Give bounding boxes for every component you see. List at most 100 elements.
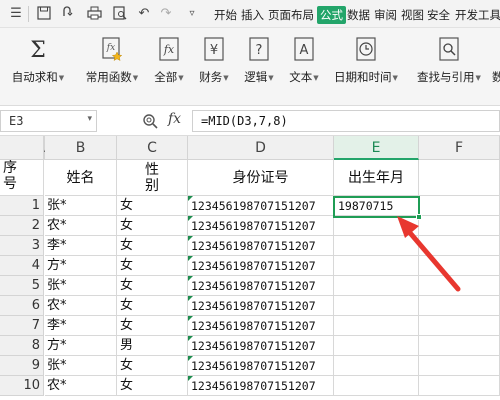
math-trig-button[interactable]: 数 — [492, 36, 500, 98]
cell-birth[interactable] — [334, 316, 419, 336]
zoom-icon[interactable] — [142, 113, 158, 129]
tab-security[interactable]: 安全 — [427, 6, 450, 24]
cell-id-number[interactable]: 123456198707151207 — [188, 316, 334, 336]
cell-id-number[interactable]: 123456198707151207 — [188, 376, 334, 396]
tab-view[interactable]: 视图 — [401, 6, 424, 24]
column-header-c[interactable]: C — [117, 136, 188, 160]
tab-data[interactable]: 数据 — [347, 6, 370, 24]
cell-id-number[interactable]: 123456198707151207 — [188, 256, 334, 276]
cell-f[interactable] — [419, 236, 500, 256]
cell-sex[interactable]: 男 — [117, 336, 188, 356]
cell-id-number[interactable]: 123456198707151207 — [188, 216, 334, 236]
row-header-3[interactable]: 2 — [0, 216, 44, 236]
common-functions-button[interactable]: fx 常用函数▼ — [80, 36, 144, 98]
column-header-e[interactable]: E — [334, 136, 419, 160]
column-header-f[interactable]: F — [419, 136, 500, 160]
row-header-4[interactable]: 3 — [0, 236, 44, 256]
print-icon[interactable] — [86, 6, 102, 22]
row-header-10[interactable]: 9 — [0, 356, 44, 376]
tab-formulas[interactable]: 公式 — [317, 6, 346, 24]
chevron-down-icon[interactable]: ▾ — [87, 114, 92, 124]
all-functions-button[interactable]: fx 全部▼ — [148, 36, 190, 98]
cell-sex[interactable]: 女 — [117, 256, 188, 276]
cell-birth[interactable] — [334, 216, 419, 236]
cell-f[interactable] — [419, 296, 500, 316]
print-preview-icon[interactable] — [112, 6, 128, 22]
cell-sex[interactable]: 女 — [117, 196, 188, 216]
cell-id-number[interactable]: 123456198707151207 — [188, 236, 334, 256]
autosum-button[interactable]: Σ 自动求和▼ — [6, 36, 70, 98]
cell-f[interactable] — [419, 316, 500, 336]
menu-toggle-icon[interactable]: ☰ — [8, 6, 24, 22]
cell-sex[interactable]: 女 — [117, 236, 188, 256]
cell-birth[interactable] — [334, 356, 419, 376]
cell-f[interactable] — [419, 336, 500, 356]
insert-function-icon[interactable]: fx — [168, 111, 181, 127]
cell-f[interactable] — [419, 216, 500, 236]
fill-handle[interactable] — [416, 214, 422, 220]
save-icon[interactable] — [36, 6, 52, 22]
cell-name[interactable]: 张* — [45, 356, 117, 376]
cell-name[interactable]: 方* — [45, 336, 117, 356]
cell-birth[interactable] — [334, 296, 419, 316]
cell-birth[interactable] — [334, 236, 419, 256]
formula-input[interactable]: =MID(D3,7,8) — [192, 110, 500, 132]
cell-f[interactable] — [419, 376, 500, 396]
quick-access-dropdown-icon[interactable]: ▿ — [184, 6, 200, 22]
cell-f[interactable] — [419, 276, 500, 296]
corner-select-all[interactable] — [0, 136, 44, 160]
cell-id-number[interactable]: 123456198707151207 — [188, 356, 334, 376]
cell-f[interactable] — [419, 196, 500, 216]
cell-id-number[interactable]: 123456198707151207 — [188, 296, 334, 316]
cell-birth[interactable] — [334, 376, 419, 396]
tab-insert[interactable]: 插入 — [241, 6, 264, 24]
row-header-6[interactable]: 5 — [0, 276, 44, 296]
cell-f[interactable] — [419, 256, 500, 276]
redo-icon[interactable]: ↷ — [158, 6, 174, 22]
cell-sex[interactable]: 女 — [117, 376, 188, 396]
header-cell-id[interactable]: 身份证号 — [188, 160, 334, 196]
cell-birth[interactable] — [334, 256, 419, 276]
header-cell-name[interactable]: 姓名 — [45, 160, 117, 196]
column-header-b[interactable]: B — [45, 136, 117, 160]
cell-name[interactable]: 李* — [45, 236, 117, 256]
cell-name[interactable]: 张* — [45, 276, 117, 296]
export-icon[interactable] — [60, 6, 76, 22]
cell-id-number[interactable]: 123456198707151207 — [188, 276, 334, 296]
cell-sex[interactable]: 女 — [117, 276, 188, 296]
row-header-5[interactable]: 4 — [0, 256, 44, 276]
row-header-11[interactable]: 10 — [0, 376, 44, 396]
column-header-d[interactable]: D — [188, 136, 334, 160]
cell-sex[interactable]: 女 — [117, 296, 188, 316]
cell-sex[interactable]: 女 — [117, 216, 188, 236]
cell-sex[interactable]: 女 — [117, 356, 188, 376]
name-box[interactable]: E3 ▾ — [0, 110, 97, 132]
cell-name[interactable]: 农* — [45, 376, 117, 396]
cell-id-number[interactable]: 123456198707151207 — [188, 196, 334, 216]
header-cell-f[interactable] — [419, 160, 500, 196]
cell-id-number[interactable]: 123456198707151207 — [188, 336, 334, 356]
lookup-reference-button[interactable]: 查找与引用▼ — [410, 36, 488, 98]
cell-birth[interactable] — [334, 276, 419, 296]
cell-name[interactable]: 农* — [45, 296, 117, 316]
tab-review[interactable]: 审阅 — [374, 6, 397, 24]
row-header-9[interactable]: 8 — [0, 336, 44, 356]
logical-button[interactable]: ? 逻辑▼ — [238, 36, 280, 98]
cell-name[interactable]: 方* — [45, 256, 117, 276]
tab-page-layout[interactable]: 页面布局 — [268, 6, 314, 24]
row-header-7[interactable]: 6 — [0, 296, 44, 316]
header-cell-sex[interactable]: 性 别 — [117, 160, 188, 196]
row-header-8[interactable]: 7 — [0, 316, 44, 336]
cell-f[interactable] — [419, 356, 500, 376]
cell-name[interactable]: 农* — [45, 216, 117, 236]
cell-name[interactable]: 李* — [45, 316, 117, 336]
date-time-button[interactable]: 日期和时间▼ — [330, 36, 402, 98]
financial-button[interactable]: ¥ 财务▼ — [193, 36, 235, 98]
cell-birth[interactable] — [334, 336, 419, 356]
header-cell-birth[interactable]: 出生年月 — [334, 160, 419, 196]
header-cell-no[interactable]: 序 号 — [0, 160, 44, 196]
spreadsheet-grid[interactable]: A B C D E F 序 号 姓名 性 别 身份证号 出生年月 1张*女123… — [0, 136, 500, 400]
row-header-2[interactable]: 1 — [0, 196, 44, 216]
cell-name[interactable]: 张* — [45, 196, 117, 216]
cell-sex[interactable]: 女 — [117, 316, 188, 336]
